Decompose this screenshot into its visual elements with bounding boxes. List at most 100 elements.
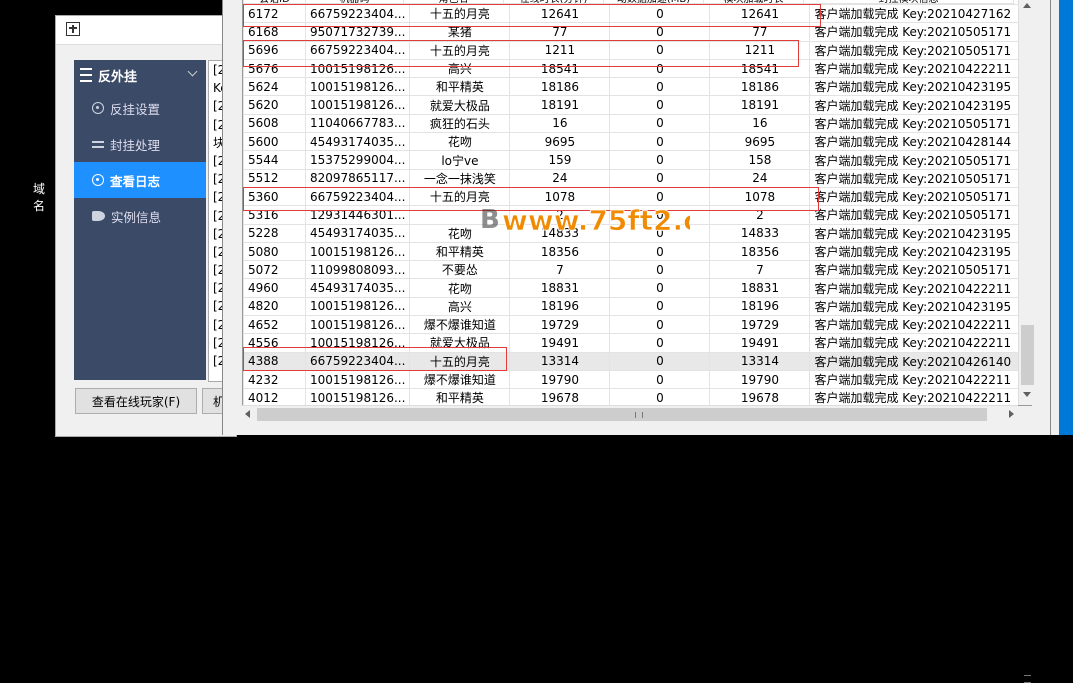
table-row[interactable]: 6172 66759223404... 十五的月亮 12641 0 12641 客户端加载完…: [243, 3, 1021, 24]
scroll-left-icon[interactable]: [245, 410, 250, 418]
table-cell: 19678: [709, 388, 811, 405]
table-row[interactable]: 5072 11099808093... 不要怂 7 0 7 客户端加载完成 Key:2021…: [243, 260, 1021, 280]
sidebar-item-ban-handling[interactable]: 封挂处理: [74, 126, 206, 162]
menu-icon: [80, 68, 92, 82]
table-row[interactable]: 5624 10015198126... 和平精英 18186 0 18186 客户端加载完成…: [243, 77, 1021, 97]
table-row[interactable]: 4556 10015198126... 就爱大极品 19491 0 19491 客户端加载完…: [243, 333, 1021, 353]
table-cell: 0: [609, 150, 711, 170]
table-cell: 4652: [243, 315, 306, 335]
session-table-window: 会话ID机器码角色名在线时长(分钟)动数据加速(MB)模块加载时长封挂模块信息 …: [222, 0, 1051, 435]
table-row[interactable]: 5696 66759223404... 十五的月亮 1211 0 1211 客户端加载完成 …: [243, 40, 1021, 60]
grip-icon: [1024, 675, 1031, 683]
table-cell: 45493174035...: [304, 132, 411, 152]
sidebar-item-label: 封挂处理: [110, 137, 161, 153]
sidebar-item-settings[interactable]: 反挂设置: [74, 90, 206, 126]
table-cell: 客户端加载完成 Key:20210505171: [809, 260, 1021, 280]
table-cell: 客户端加载完成 Key:20210422211: [809, 58, 1021, 79]
table-cell: 11099808093...: [304, 260, 411, 280]
table-row[interactable]: 5316 12931446301... 2 0 2 客户端加载完成 Key:2021050…: [243, 205, 1021, 225]
table-cell: 4960: [243, 278, 306, 298]
table-cell: 19790: [709, 369, 811, 390]
table-cell: 14833: [709, 223, 811, 243]
table-cell: 12931446301...: [304, 205, 411, 225]
eye-icon: [92, 174, 104, 186]
table-cell: 45493174035...: [304, 278, 411, 298]
table-row[interactable]: 5512 82097865117... 一念一抹浅笑 24 0 24 客户端加载完成 Key…: [243, 168, 1021, 188]
column-header[interactable]: 角色名: [403, 0, 504, 4]
table-row[interactable]: 4012 10015198126... 和平精英 19678 0 19678 客户端加载完成…: [243, 388, 1021, 405]
window-titlebar: [56, 16, 236, 45]
table-row[interactable]: 5676 10015198126... 高兴 18541 0 18541 客户端加载完成 K…: [243, 58, 1021, 79]
view-online-players-button[interactable]: 查看在线玩家(F): [75, 388, 197, 414]
table-cell: 客户端加载完成 Key:20210505171: [809, 22, 1021, 42]
table-row[interactable]: 5600 45493174035... 花吻 9695 0 9695 客户端加载完成 Key…: [243, 132, 1021, 152]
table-cell: 9695: [509, 132, 611, 152]
table-cell: 1211: [709, 40, 811, 60]
table-cell: 5676: [243, 58, 306, 79]
column-header[interactable]: 机器码: [305, 0, 404, 4]
table-row[interactable]: 5080 10015198126... 和平精英 18356 0 18356 客户端加载完成…: [243, 241, 1021, 262]
table-cell: 0: [609, 260, 711, 280]
table-row[interactable]: 6168 95071732739... 某猪 77 0 77 客户端加载完成 Key:202…: [243, 22, 1021, 42]
scroll-down-icon[interactable]: [1023, 392, 1031, 397]
table-cell: 13314: [509, 351, 611, 371]
scroll-thumb[interactable]: [1021, 325, 1034, 683]
table-cell: 5608: [243, 113, 306, 134]
column-header[interactable]: 模块加载时长: [703, 0, 804, 4]
table-cell: 7: [709, 260, 811, 280]
table-cell: 客户端加载完成 Key:20210505171: [809, 150, 1021, 170]
column-header[interactable]: 封挂模块信息: [803, 0, 1014, 4]
column-header[interactable]: 会话ID: [243, 0, 306, 4]
table-cell: 77: [509, 22, 611, 42]
table-row[interactable]: 4232 10015198126... 爆不爆谁知道 19790 0 19790 客户端加载…: [243, 369, 1021, 390]
table-cell: 客户端加载完成 Key:20210505171: [809, 205, 1021, 225]
table-row[interactable]: 5544 15375299004... lo宁ve 159 0 158 客户端加载完成 Ke…: [243, 150, 1021, 170]
table-row[interactable]: 5228 45493174035... 花吻 14833 0 14833 客户端加载完成 K…: [243, 223, 1021, 243]
sidebar-item-label: 反挂设置: [110, 101, 161, 117]
table-row[interactable]: 4388 66759223404... 十五的月亮 13314 0 13314 客户端加载完…: [243, 351, 1021, 371]
table-cell: 5316: [243, 205, 306, 225]
table-cell: 95071732739...: [304, 22, 411, 42]
table-cell: 0: [609, 132, 711, 152]
sidebar-header[interactable]: 反外挂: [74, 60, 206, 90]
table-cell: 77: [709, 22, 811, 42]
table-cell: 159: [509, 150, 611, 170]
table-cell: 爆不爆谁知道: [409, 369, 511, 390]
tag-icon: [92, 211, 105, 221]
table-cell: 18196: [509, 296, 611, 317]
column-header[interactable]: 在线时长(分钟): [503, 0, 604, 4]
horizontal-scrollbar[interactable]: [241, 405, 1018, 423]
table-row[interactable]: 4652 10015198126... 爆不爆谁知道 19729 0 19729 客户端加载…: [243, 315, 1021, 335]
table-row[interactable]: 4820 10015198126... 高兴 18196 0 18196 客户端加载完成 K…: [243, 296, 1021, 317]
table-cell: 0: [609, 168, 711, 188]
sidebar-header-label: 反外挂: [98, 69, 138, 85]
table-cell: 19678: [509, 388, 611, 405]
table-cell: 158: [709, 150, 811, 170]
table-cell: 19729: [709, 315, 811, 335]
table-cell: 15375299004...: [304, 150, 411, 170]
scroll-up-icon[interactable]: [1023, 3, 1031, 8]
column-header[interactable]: 动数据加速(MB): [603, 0, 704, 4]
table-cell: 6168: [243, 22, 306, 42]
table-cell: 客户端加载完成 Key:20210505171: [809, 113, 1021, 134]
table-cell: 4012: [243, 388, 306, 405]
table-row[interactable]: 5360 66759223404... 十五的月亮 1078 0 1078 客户端加载完成 …: [243, 186, 1021, 207]
sidebar-item-instance-info[interactable]: 实例信息: [74, 198, 206, 234]
sidebar-item-view-logs[interactable]: 查看日志: [74, 162, 206, 198]
table-cell: lo宁ve: [409, 150, 511, 170]
table-cell: 10015198126...: [304, 241, 411, 262]
table-cell: 客户端加载完成 Key:20210427162: [809, 3, 1021, 24]
table-cell: 客户端加载完成 Key:20210422211: [809, 388, 1021, 405]
scroll-right-icon[interactable]: [1009, 410, 1014, 418]
table-cell: 18541: [709, 58, 811, 79]
table-cell: 和平精英: [409, 241, 511, 262]
hscroll-thumb[interactable]: [257, 408, 987, 421]
table-cell: 0: [609, 388, 711, 405]
table-row[interactable]: 5620 10015198126... 就爱大极品 18191 0 18191 客户端加载完…: [243, 95, 1021, 115]
table-cell: 0: [609, 3, 711, 24]
table-cell: 客户端加载完成 Key:20210423195: [809, 241, 1021, 262]
table-row[interactable]: 4960 45493174035... 花吻 18831 0 18831 客户端加载完成 K…: [243, 278, 1021, 298]
sliders-icon: [92, 138, 104, 150]
vertical-scrollbar[interactable]: [1018, 0, 1036, 683]
table-row[interactable]: 5608 11040667783... 疯狂的石头 16 0 16 客户端加载完成 Key:…: [243, 113, 1021, 134]
